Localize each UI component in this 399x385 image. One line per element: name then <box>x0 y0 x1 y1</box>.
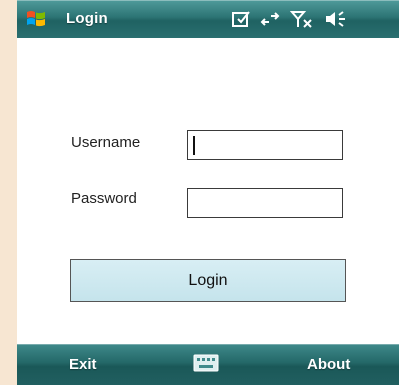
text-caret <box>193 136 195 155</box>
notes-icon[interactable] <box>231 9 251 29</box>
password-input[interactable] <box>187 188 343 218</box>
title-bar: Login <box>17 0 399 38</box>
password-label: Password <box>71 190 137 207</box>
windows-start-icon[interactable] <box>25 8 47 30</box>
connectivity-icon[interactable] <box>260 9 280 29</box>
signal-off-icon[interactable] <box>290 9 314 29</box>
about-softkey[interactable]: About <box>307 356 350 373</box>
keyboard-icon[interactable] <box>193 354 219 372</box>
device-screen: Login Username Password Login Exit About <box>17 0 399 385</box>
window-title: Login <box>66 10 108 27</box>
soft-key-bar: Exit About <box>17 344 399 385</box>
username-input[interactable] <box>187 130 343 160</box>
volume-icon[interactable] <box>324 9 350 29</box>
login-form: Username Password Login <box>17 38 399 344</box>
login-button[interactable]: Login <box>70 259 346 302</box>
exit-softkey[interactable]: Exit <box>69 356 97 373</box>
username-label: Username <box>71 134 141 151</box>
